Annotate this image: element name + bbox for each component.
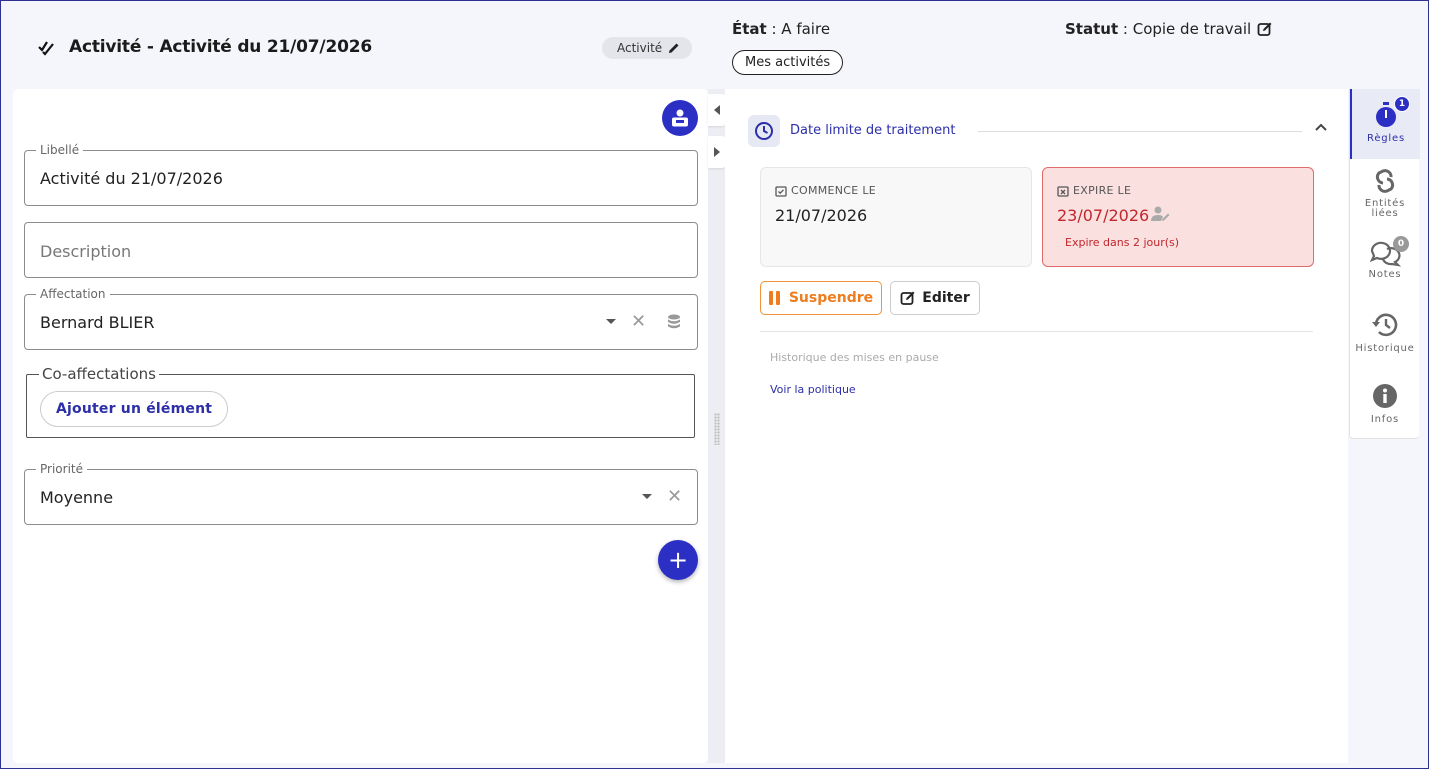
coaffectations-label: Co-affectations bbox=[39, 365, 159, 383]
history-icon bbox=[1372, 313, 1398, 337]
regles-badge: 1 bbox=[1394, 96, 1410, 112]
pause-history-text: Historique des mises en pause bbox=[770, 351, 939, 364]
statut-label: Statut bbox=[1065, 20, 1119, 38]
etat-value: : A faire bbox=[766, 20, 831, 38]
expire-date-label: EXPIRE LE bbox=[1073, 184, 1132, 197]
expire-date-value: 23/07/2026 bbox=[1057, 206, 1150, 225]
description-placeholder: Description bbox=[40, 242, 132, 261]
chevron-down-icon[interactable] bbox=[606, 319, 616, 324]
priorite-select[interactable]: Priorité Moyenne ✕ bbox=[24, 462, 698, 525]
resize-handle[interactable] bbox=[714, 413, 720, 445]
mes-activites-button[interactable]: Mes activités bbox=[732, 50, 844, 75]
affectation-value: Bernard BLIER bbox=[40, 313, 155, 332]
section-line bbox=[978, 131, 1302, 132]
start-date-value: 21/07/2026 bbox=[775, 206, 868, 225]
info-icon bbox=[1373, 384, 1397, 408]
description-field[interactable]: Description bbox=[24, 222, 698, 278]
clock-icon bbox=[755, 122, 773, 140]
libelle-value: Activité du 21/07/2026 bbox=[40, 169, 223, 188]
link-icon bbox=[1375, 169, 1395, 193]
page-title: Activité - Activité du 21/07/2026 bbox=[69, 37, 372, 57]
statut-value: : Copie de travail bbox=[1118, 20, 1252, 38]
affectation-label: Affectation bbox=[36, 287, 110, 301]
statut-text: Statut : Copie de travail bbox=[1065, 20, 1273, 38]
edit-square-icon[interactable] bbox=[1257, 21, 1273, 37]
clear-icon[interactable]: ✕ bbox=[667, 488, 682, 506]
calendar-x-icon bbox=[1057, 185, 1069, 197]
chevron-up-icon[interactable] bbox=[1314, 122, 1328, 132]
pencil-icon bbox=[669, 43, 679, 53]
collapse-left-button[interactable] bbox=[708, 94, 726, 126]
divider-line bbox=[760, 331, 1313, 332]
priorite-value: Moyenne bbox=[40, 488, 114, 507]
nav-infos[interactable]: Infos bbox=[1350, 383, 1420, 428]
libelle-field[interactable]: Libellé Activité du 21/07/2026 bbox=[24, 143, 698, 206]
user-badge-icon bbox=[672, 109, 688, 127]
assign-user-button[interactable] bbox=[662, 100, 698, 136]
expire-date-card: EXPIRE LE 23/07/2026 Expire dans 2 jour(… bbox=[1042, 167, 1314, 267]
start-date-header: COMMENCE LE bbox=[775, 184, 876, 197]
suspend-button[interactable]: Suspendre bbox=[760, 281, 882, 315]
affectation-select[interactable]: Affectation Bernard BLIER ✕ bbox=[24, 287, 698, 350]
database-icon[interactable] bbox=[667, 314, 681, 330]
nav-regles[interactable]: 1 Règles bbox=[1350, 89, 1420, 159]
type-chip[interactable]: Activité bbox=[602, 37, 693, 59]
edit-square-icon bbox=[900, 291, 915, 305]
pause-icon bbox=[768, 291, 780, 305]
edit-button[interactable]: Editer bbox=[890, 281, 980, 315]
nav-infos-label: Infos bbox=[1370, 414, 1400, 425]
start-date-card: COMMENCE LE 21/07/2026 bbox=[760, 167, 1032, 267]
double-check-icon bbox=[38, 41, 54, 56]
notes-badge: 0 bbox=[1393, 236, 1409, 252]
collapse-right-button[interactable] bbox=[708, 136, 726, 168]
policy-link[interactable]: Voir la politique bbox=[770, 383, 856, 396]
title-group: Activité - Activité du 21/07/2026 bbox=[37, 37, 372, 57]
etat-text: État : A faire bbox=[732, 20, 830, 38]
section-title: Date limite de traitement bbox=[790, 123, 956, 138]
caret-left-icon bbox=[714, 105, 720, 115]
header-bar: Activité - Activité du 21/07/2026 Activi… bbox=[1, 1, 1428, 89]
calendar-check-icon bbox=[775, 185, 787, 197]
type-chip-label: Activité bbox=[617, 41, 663, 55]
nav-entites-liees[interactable]: Entités liées bbox=[1350, 169, 1420, 224]
nav-historique-label: Historique bbox=[1355, 343, 1415, 354]
priorite-label: Priorité bbox=[36, 462, 87, 476]
chevron-down-icon[interactable] bbox=[642, 494, 652, 499]
nav-historique[interactable]: Historique bbox=[1350, 312, 1420, 357]
nav-notes-label: Notes bbox=[1368, 269, 1402, 280]
clear-icon[interactable]: ✕ bbox=[631, 313, 646, 331]
suspend-label: Suspendre bbox=[788, 290, 874, 306]
start-date-label: COMMENCE LE bbox=[791, 184, 877, 197]
coaffectations-fieldset: Co-affectations Ajouter un élément bbox=[26, 365, 695, 438]
libelle-label: Libellé bbox=[36, 143, 84, 157]
caret-right-icon bbox=[714, 147, 720, 157]
nav-notes[interactable]: 0 Notes bbox=[1350, 236, 1420, 289]
etat-label: État bbox=[732, 20, 767, 38]
nav-regles-label: Règles bbox=[1367, 133, 1405, 144]
nav-entites-label: Entités liées bbox=[1364, 198, 1406, 219]
add-item-button[interactable]: Ajouter un élément bbox=[40, 391, 229, 427]
side-nav: 1 Règles Entités liées 0 Notes Historiqu… bbox=[1349, 89, 1420, 439]
expire-date-header: EXPIRE LE bbox=[1057, 184, 1131, 197]
clock-icon-box bbox=[748, 115, 780, 147]
edit-label: Editer bbox=[922, 290, 970, 306]
expire-note: Expire dans 2 jour(s) bbox=[1065, 236, 1180, 249]
user-edit-icon bbox=[1151, 206, 1170, 221]
add-field-button[interactable]: + bbox=[658, 540, 698, 580]
